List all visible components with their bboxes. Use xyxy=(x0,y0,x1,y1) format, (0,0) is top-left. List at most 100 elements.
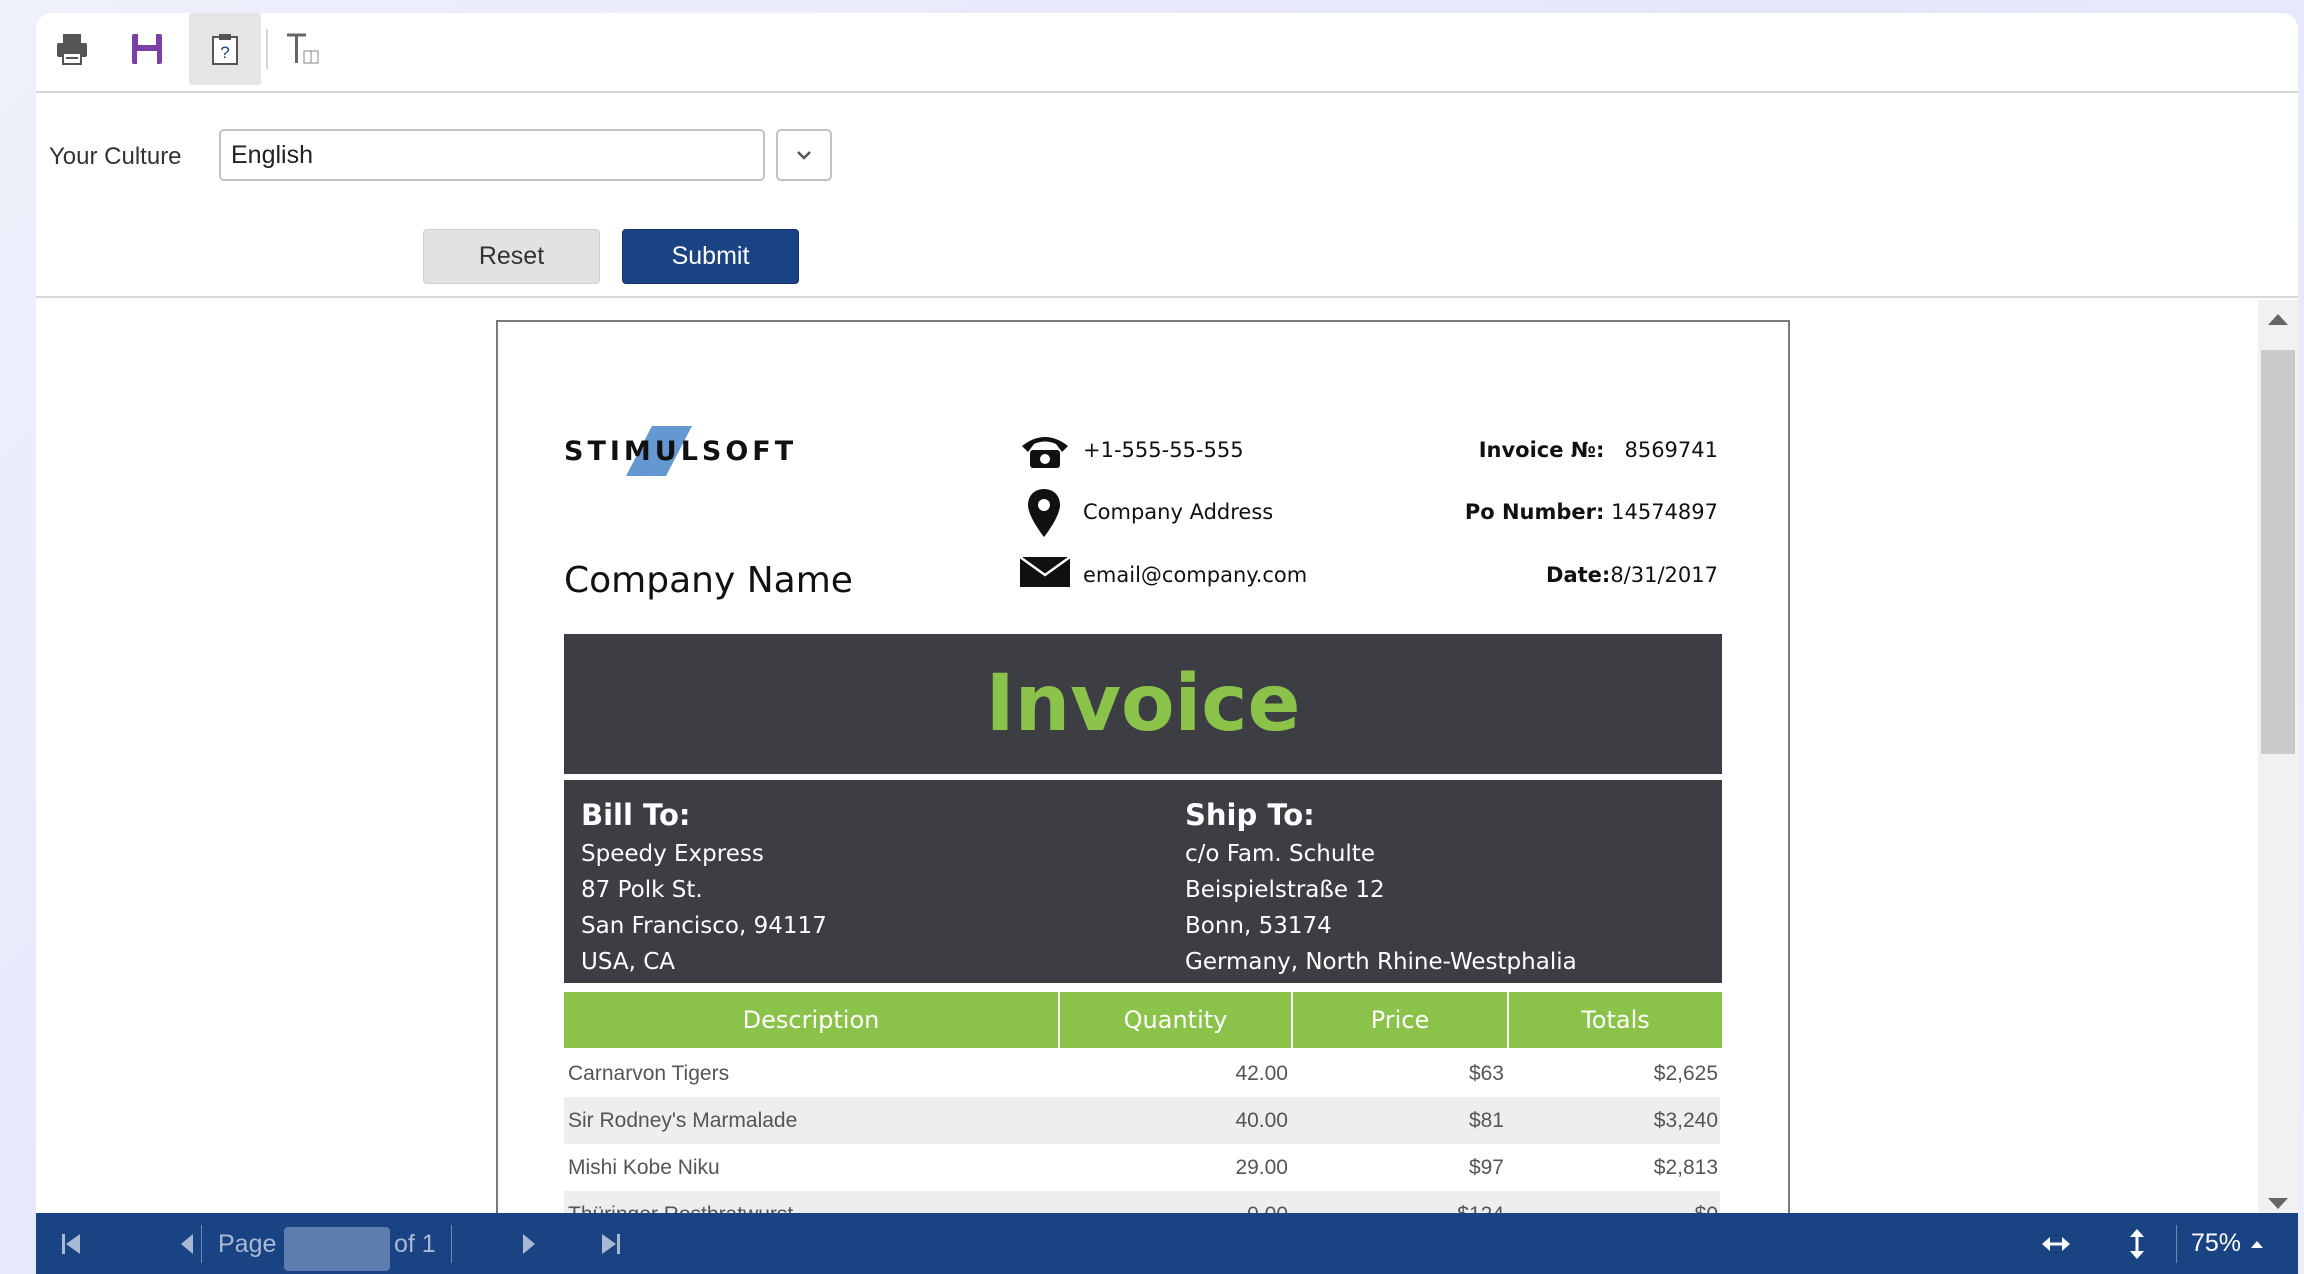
table-row: Sir Rodney's Marmalade 40.00 $81 $3,240 xyxy=(564,1097,1720,1144)
scroll-up-arrow[interactable] xyxy=(2268,314,2288,325)
ship-to-line: Beispielstraße 12 xyxy=(1185,877,1385,903)
parameters-panel: Your Culture English Reset Submit xyxy=(36,93,2298,298)
table-row: Carnarvon Tigers 42.00 $63 $2,625 xyxy=(564,1050,1720,1097)
bill-to-line: USA, CA xyxy=(581,949,676,975)
ship-to-block: Ship To: c/o Fam. Schulte Beispielstraße… xyxy=(1185,798,1577,980)
page-count-label: of 1 xyxy=(394,1230,436,1258)
invoice-number-value: 8569741 xyxy=(1624,438,1718,462)
zoom-dropdown[interactable]: 75% xyxy=(2191,1213,2291,1274)
bill-to-block: Bill To: Speedy Express 87 Polk St. San … xyxy=(581,798,827,980)
bill-to-line: 87 Polk St. xyxy=(581,877,703,903)
parameters-button[interactable]: ? xyxy=(189,13,261,85)
editor-button[interactable] xyxy=(268,13,340,85)
address-text: Company Address xyxy=(1083,500,1274,524)
statusbar-separator xyxy=(2176,1225,2177,1263)
printer-icon xyxy=(57,34,87,65)
previous-page-icon xyxy=(181,1233,193,1254)
submit-button[interactable]: Submit xyxy=(622,229,799,284)
cell-total: $2,625 xyxy=(1653,1062,1718,1085)
stimulsoft-logo: STIMULSOFT xyxy=(564,422,793,482)
cell-quantity: 42.00 xyxy=(1235,1062,1288,1085)
cell-total: $2,813 xyxy=(1653,1156,1718,1179)
po-number-label: Po Number: xyxy=(1464,500,1605,524)
cell-price: $63 xyxy=(1468,1062,1504,1085)
phone-text: +1-555-55-555 xyxy=(1083,438,1244,462)
vertical-scrollbar[interactable] xyxy=(2258,300,2298,1226)
first-page-button[interactable] xyxy=(36,1213,106,1274)
statusbar-separator xyxy=(451,1225,452,1263)
last-page-icon xyxy=(602,1233,620,1254)
table-header: Description Quantity Price Totals xyxy=(564,992,1722,1048)
po-number-value: 14574897 xyxy=(1611,500,1718,524)
bill-to-line: San Francisco, 94117 xyxy=(581,913,827,939)
fit-height-button[interactable] xyxy=(2112,1213,2162,1274)
page-number-input[interactable] xyxy=(284,1227,390,1271)
date-label: Date: xyxy=(1546,563,1611,587)
culture-input[interactable]: English xyxy=(219,129,765,181)
location-pin-icon xyxy=(1028,489,1060,537)
fit-height-icon xyxy=(2130,1228,2144,1259)
invoice-title: Invoice xyxy=(985,659,1301,749)
cell-description: Carnarvon Tigers xyxy=(568,1062,730,1085)
cell-description: Mishi Kobe Niku xyxy=(568,1156,720,1179)
email-text: email@company.com xyxy=(1083,563,1308,587)
previous-page-button[interactable] xyxy=(152,1213,222,1274)
culture-dropdown-button[interactable] xyxy=(776,129,832,181)
report-viewer: ? Your Culture English Reset Submit STIM… xyxy=(36,13,2298,1274)
column-header-price: Price xyxy=(1293,992,1509,1048)
ship-to-line: Bonn, 53174 xyxy=(1185,913,1332,939)
column-header-quantity: Quantity xyxy=(1060,992,1293,1048)
navigation-bar: Page of 1 75% xyxy=(36,1213,2298,1274)
text-editor-icon xyxy=(287,33,319,64)
fit-width-button[interactable] xyxy=(2031,1213,2081,1274)
logo-text: STIMULSOFT xyxy=(564,436,798,467)
toolbar: ? xyxy=(36,13,2298,93)
bill-to-heading: Bill To: xyxy=(581,798,691,832)
cell-price: $81 xyxy=(1468,1109,1504,1132)
svg-text:?: ? xyxy=(220,43,229,62)
scroll-down-arrow[interactable] xyxy=(2268,1198,2288,1209)
invoice-title-band: Invoice xyxy=(564,634,1722,774)
phone-icon xyxy=(1022,437,1068,468)
fit-width-icon xyxy=(2042,1236,2070,1251)
statusbar-separator xyxy=(201,1225,202,1263)
zoom-value: 75% xyxy=(2191,1229,2242,1257)
ship-to-line: c/o Fam. Schulte xyxy=(1185,841,1375,867)
scrollbar-thumb[interactable] xyxy=(2261,350,2295,754)
ship-to-heading: Ship To: xyxy=(1185,798,1315,832)
address-band: Bill To: Speedy Express 87 Polk St. San … xyxy=(564,780,1722,983)
ship-to-line: Germany, North Rhine-Westphalia xyxy=(1185,949,1577,975)
cell-price: $97 xyxy=(1468,1156,1504,1179)
caret-up-icon xyxy=(2251,1240,2264,1248)
print-button[interactable] xyxy=(36,13,108,85)
next-page-button[interactable] xyxy=(499,1213,559,1274)
page-label: Page xyxy=(218,1230,277,1258)
save-icon xyxy=(132,34,162,64)
first-page-icon xyxy=(62,1233,80,1254)
table-row: Mishi Kobe Niku 29.00 $97 $2,813 xyxy=(564,1144,1720,1191)
column-header-description: Description xyxy=(564,992,1060,1048)
next-page-icon xyxy=(523,1233,535,1254)
cell-quantity: 29.00 xyxy=(1235,1156,1288,1179)
po-number: Po Number: 14574897 xyxy=(1465,500,1718,524)
bill-to-line: Speedy Express xyxy=(581,841,764,867)
envelope-icon xyxy=(1019,555,1071,587)
column-header-totals: Totals xyxy=(1581,1006,1650,1034)
culture-label: Your Culture xyxy=(49,143,182,170)
reset-button[interactable]: Reset xyxy=(423,229,600,284)
cell-total: $3,240 xyxy=(1653,1109,1718,1132)
invoice-number: Invoice №: 8569741 xyxy=(1479,438,1718,462)
cell-quantity: 40.00 xyxy=(1235,1109,1288,1132)
report-area[interactable]: STIMULSOFT Company Name +1-555-55-555 Co… xyxy=(36,300,2298,1226)
cell-description: Sir Rodney's Marmalade xyxy=(568,1109,798,1132)
invoice-date: Date:8/31/2017 xyxy=(1546,563,1718,587)
date-value: 8/31/2017 xyxy=(1610,563,1718,587)
last-page-button[interactable] xyxy=(581,1213,641,1274)
chevron-down-icon xyxy=(797,151,811,160)
company-name: Company Name xyxy=(564,560,853,601)
save-button[interactable] xyxy=(111,13,183,85)
parameters-icon: ? xyxy=(212,34,238,65)
report-page: STIMULSOFT Company Name +1-555-55-555 Co… xyxy=(496,320,1790,1226)
table-body: Carnarvon Tigers 42.00 $63 $2,625 Sir Ro… xyxy=(564,1050,1722,1226)
invoice-number-label: Invoice №: xyxy=(1478,438,1605,462)
